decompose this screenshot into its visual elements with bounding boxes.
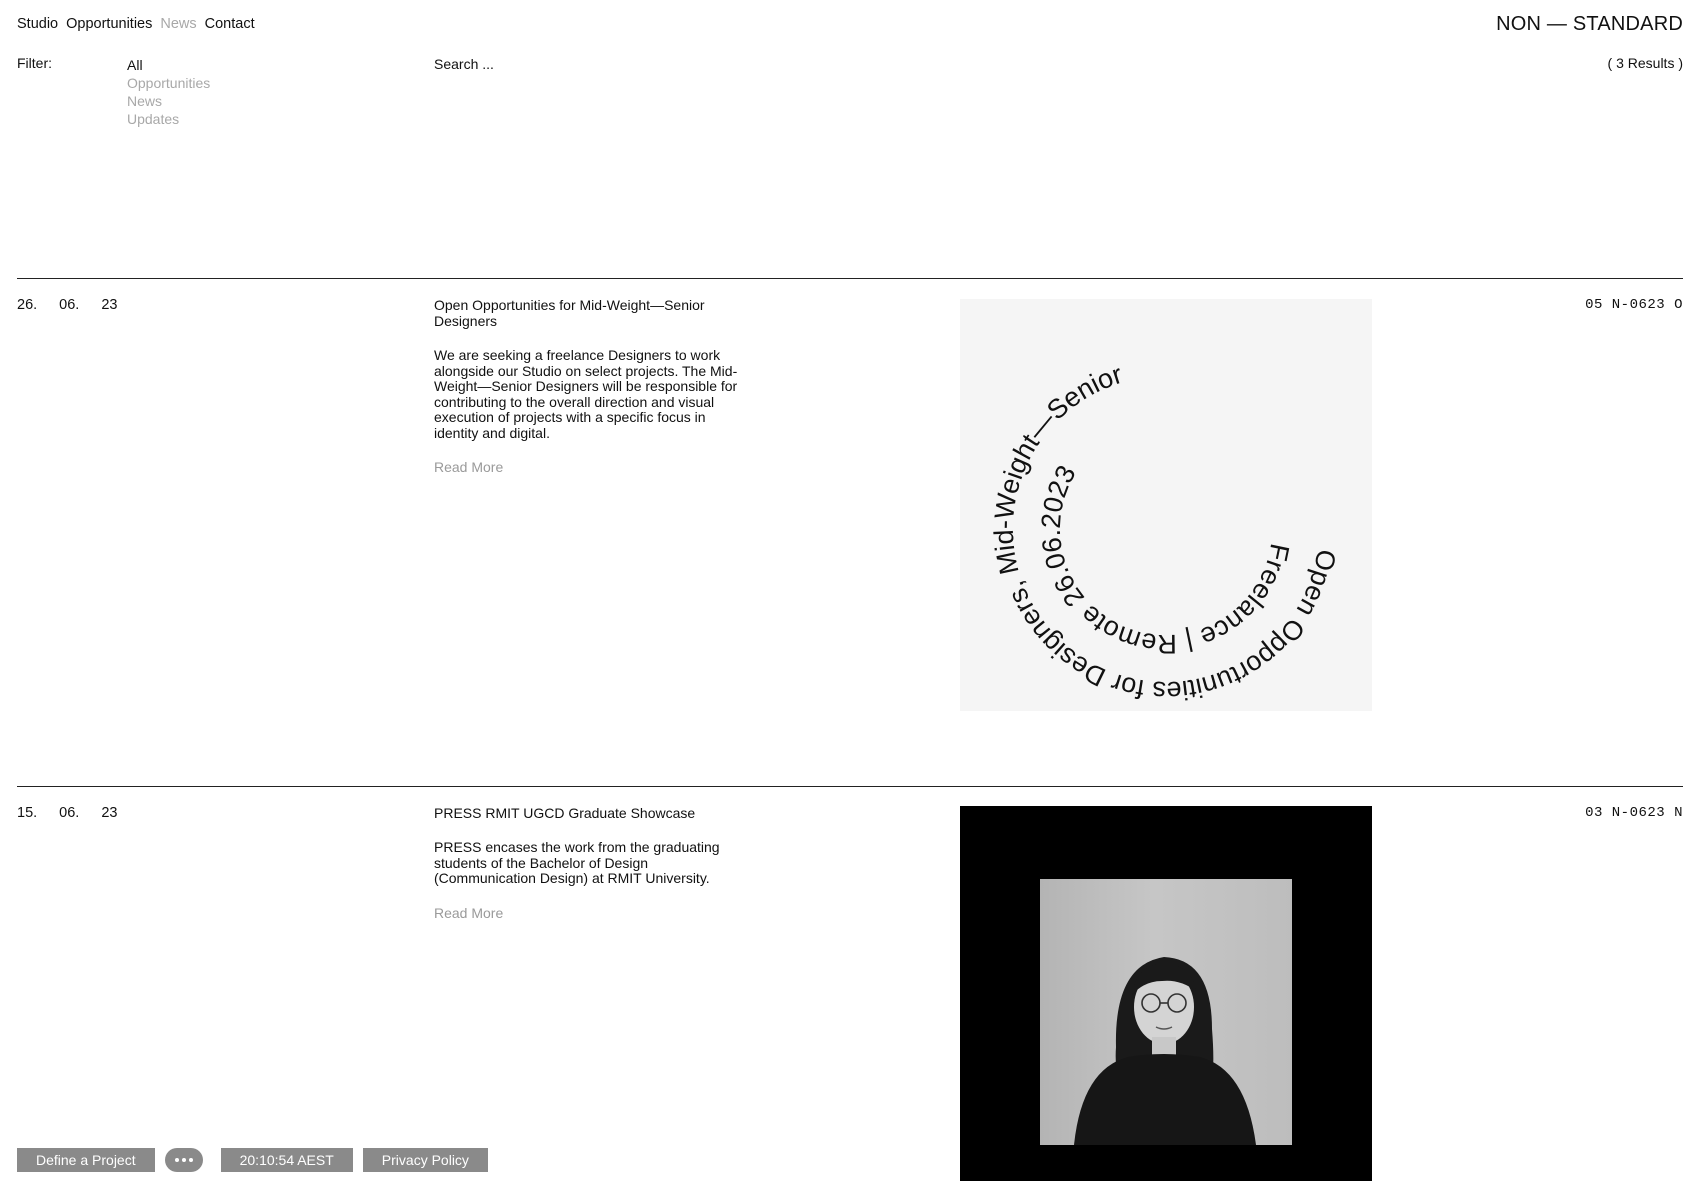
dot xyxy=(188,1158,193,1162)
nav-studio[interactable]: Studio xyxy=(17,16,58,32)
entry-title[interactable]: Open Opportunities for Mid-Weight—Senior… xyxy=(434,297,744,329)
entry-divider xyxy=(17,278,1683,279)
entry-thumbnail[interactable]: Open Opportunities for Designers, Mid-We… xyxy=(960,299,1372,711)
results-count: ( 3 Results ) xyxy=(1607,55,1683,71)
entry-code: 05 N-0623 O xyxy=(1585,297,1683,313)
entry-thumbnail[interactable] xyxy=(960,806,1372,1181)
circular-text-graphic: Open Opportunities for Designers, Mid-We… xyxy=(989,359,1342,706)
search-input[interactable] xyxy=(434,56,734,72)
date-year: 23 xyxy=(101,805,118,821)
privacy-policy-button[interactable]: Privacy Policy xyxy=(362,1148,488,1172)
filter-label: Filter: xyxy=(17,55,52,71)
entry-divider xyxy=(17,786,1683,787)
clock-display: 20:10:54 AEST xyxy=(220,1148,353,1172)
nav-news[interactable]: News xyxy=(160,16,196,32)
read-more-link[interactable]: Read More xyxy=(434,905,503,921)
filter-all[interactable]: All xyxy=(127,56,210,74)
inner-circle-textpath: Freelance | Remote 26.06.2023 xyxy=(1036,460,1295,659)
main-nav: Studio Opportunities News Contact xyxy=(17,16,255,32)
entry-code: 03 N-0623 N xyxy=(1585,805,1683,821)
filter-updates[interactable]: Updates xyxy=(127,110,210,128)
portrait-illustration xyxy=(1074,957,1256,1145)
nav-opportunities[interactable]: Opportunities xyxy=(66,16,152,32)
footer-bar: Define a Project 20:10:54 AEST Privacy P… xyxy=(17,1148,488,1172)
define-project-button[interactable]: Define a Project xyxy=(17,1148,155,1172)
filter-news[interactable]: News xyxy=(127,92,210,110)
dot xyxy=(174,1158,179,1162)
inner-circle-text: Freelance | Remote 26.06.2023 xyxy=(1036,460,1295,659)
entry-date: 15. 06. 23 xyxy=(17,805,117,821)
entry-body: We are seeking a freelance Designers to … xyxy=(434,347,738,441)
date-day: 26. xyxy=(17,297,38,313)
entry-title[interactable]: PRESS RMIT UGCD Graduate Showcase xyxy=(434,805,744,822)
entry-date: 26. 06. 23 xyxy=(17,297,117,313)
ellipsis-icon[interactable] xyxy=(164,1148,203,1172)
read-more-link[interactable]: Read More xyxy=(434,459,503,475)
brand-logo[interactable]: NON — STANDARD xyxy=(1496,13,1683,36)
dot xyxy=(181,1158,186,1162)
date-month: 06. xyxy=(59,805,80,821)
filter-opportunities[interactable]: Opportunities xyxy=(127,74,210,92)
date-year: 23 xyxy=(101,297,118,313)
portrait-photo xyxy=(1040,879,1292,1145)
date-month: 06. xyxy=(59,297,80,313)
filter-list: All Opportunities News Updates xyxy=(127,56,210,128)
nav-contact[interactable]: Contact xyxy=(205,16,255,32)
date-day: 15. xyxy=(17,805,38,821)
entry-body: PRESS encases the work from the graduati… xyxy=(434,839,720,886)
